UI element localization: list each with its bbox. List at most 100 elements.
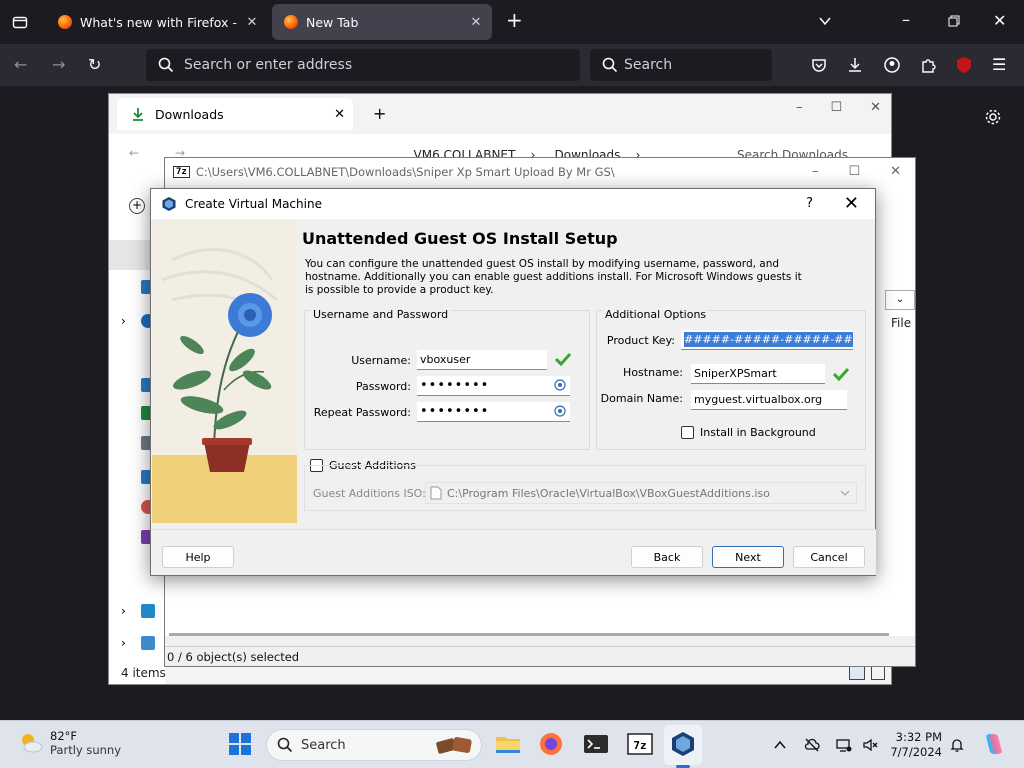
show-hidden-icons-chevron-icon[interactable] [772,737,788,753]
checkbox-box[interactable] [681,426,694,439]
next-button[interactable]: Next [712,546,784,568]
show-password-eye-icon[interactable] [554,405,566,417]
tiles-view-icon[interactable] [871,666,885,680]
hamburger-menu-icon[interactable]: ☰ [992,57,1006,73]
minimize-icon[interactable]: – [796,100,803,115]
details-view-icon[interactable] [849,666,865,680]
password-field[interactable]: •••••••• [417,376,570,396]
forward-arrow-icon[interactable]: → [52,57,65,73]
network-icon[interactable] [836,737,852,753]
account-icon[interactable] [884,57,900,76]
partly-sunny-icon [22,734,43,753]
product-key-field[interactable]: #####-#####-#####-#####-##### [681,330,853,350]
chevron-right-icon[interactable]: › [121,314,126,328]
close-window-icon[interactable]: ✕ [993,13,1006,29]
new-tab-plus-icon[interactable]: + [506,10,523,30]
explorer-tab-title: Downloads [155,106,224,122]
search-bar[interactable]: Search [590,49,772,81]
repeat-password-label: Repeat Password: [313,406,411,419]
back-arrow-icon[interactable]: ← [129,146,139,160]
notification-bell-icon[interactable] [949,737,965,753]
system-clock[interactable]: 3:32 PM 7/7/2024 [888,730,942,760]
tab-new-tab[interactable]: New Tab ✕ [272,4,492,40]
repeat-password-field[interactable]: •••••••• [417,402,570,422]
7zip-status-text: 0 / 6 object(s) selected [167,649,300,664]
terminal-app-icon[interactable] [582,730,610,758]
explorer-status-text: 4 items [121,666,166,680]
clock-date: 7/7/2024 [890,745,942,759]
horizontal-scrollbar[interactable] [169,633,889,636]
chevron-down-icon [840,490,850,496]
guest-additions-iso-combo: C:\Program Files\Oracle\VirtualBox\VBoxG… [425,482,857,504]
wizard-illustration [152,220,297,523]
ublock-origin-icon[interactable] [955,56,973,77]
page-description: You can configure the unattended guest O… [305,258,802,296]
close-tab-icon[interactable]: ✕ [242,15,262,30]
copilot-icon[interactable] [980,730,1008,758]
chevron-right-icon[interactable]: › [121,636,126,650]
network-icon[interactable] [141,636,155,650]
address-bar[interactable]: Search or enter address [146,49,580,81]
this-pc-icon[interactable] [141,604,155,618]
repeat-password-value: •••••••• [420,404,490,419]
show-password-eye-icon[interactable] [554,379,566,391]
extensions-icon[interactable] [920,57,936,76]
dialog-title: Create Virtual Machine [185,197,322,211]
firefox-nav-bar: ← → ↻ Search or enter address Search ☰ [0,44,1024,86]
7zip-app-icon[interactable]: 7z [626,730,654,758]
cancel-button[interactable]: Cancel [793,546,865,568]
cloud-offline-icon[interactable] [804,737,820,753]
close-icon[interactable]: ✕ [334,107,345,122]
chevron-right-icon[interactable]: › [121,604,126,618]
windows-start-icon[interactable] [226,730,254,758]
gear-icon[interactable] [984,108,1002,129]
close-icon[interactable]: ✕ [890,164,901,179]
password-label: Password: [355,380,411,393]
tab-whats-new[interactable]: What's new with Firefox - More ✕ [46,4,268,40]
firefox-app-icon[interactable] [537,730,565,758]
maximize-icon[interactable]: ☐ [830,100,842,115]
taskbar-search-box[interactable]: Search [266,729,482,761]
close-icon[interactable]: ✕ [844,193,859,214]
pocket-icon[interactable] [811,57,827,76]
volume-muted-icon[interactable] [862,737,878,753]
back-button[interactable]: Back [631,546,703,568]
minimize-icon[interactable]: – [902,12,910,28]
weather-widget[interactable]: 82°F Partly sunny [18,729,121,757]
help-button[interactable]: Help [162,546,234,568]
minimize-icon[interactable]: – [812,164,819,179]
context-help-button[interactable]: ? [806,196,813,211]
7zip-status-bar: 0 / 6 object(s) selected [165,646,915,666]
close-icon[interactable]: ✕ [870,100,881,115]
close-tab-icon[interactable]: ✕ [466,15,486,30]
additional-options-group: Additional Options Product Key: #####-##… [596,308,866,450]
back-arrow-icon[interactable]: ← [14,57,27,73]
guest-additions-iso-label: Guest Additions ISO: [313,487,426,500]
restore-icon[interactable] [948,14,960,30]
new-plus-icon[interactable]: + [129,198,145,214]
explorer-window-controls: – ☐ ✕ [796,100,881,115]
group-title: Additional Options [603,308,709,321]
maximize-icon[interactable]: ☐ [848,164,860,179]
search-icon [602,57,618,73]
chevron-down-icon[interactable] [818,14,832,31]
domain-name-field[interactable]: myguest.virtualbox.org [691,390,847,410]
reload-icon[interactable]: ↻ [88,57,101,73]
tab-title: What's new with Firefox - More [80,14,242,30]
taskbar-search-placeholder: Search [301,737,346,753]
list-all-tabs-icon[interactable] [12,14,28,33]
downloads-icon[interactable] [847,57,863,76]
7zip-path-combo[interactable]: ⌄ [885,290,915,310]
add-tab-icon[interactable]: + [373,104,386,123]
file-icon [430,486,442,500]
potted-plant-illustration [152,220,297,523]
hostname-field[interactable]: SniperXPSmart [691,364,825,384]
username-field[interactable]: vboxuser [417,350,547,370]
explorer-tab-downloads[interactable]: Downloads ✕ [117,98,353,130]
7zip-window-controls: – ☐ ✕ [812,164,901,179]
install-in-background-checkbox[interactable]: Install in Background [681,426,816,439]
page-heading: Unattended Guest OS Install Setup [302,229,618,248]
column-header-file[interactable]: File [891,316,915,330]
virtualbox-app-icon[interactable] [669,730,697,758]
file-explorer-app-icon[interactable] [494,730,522,758]
